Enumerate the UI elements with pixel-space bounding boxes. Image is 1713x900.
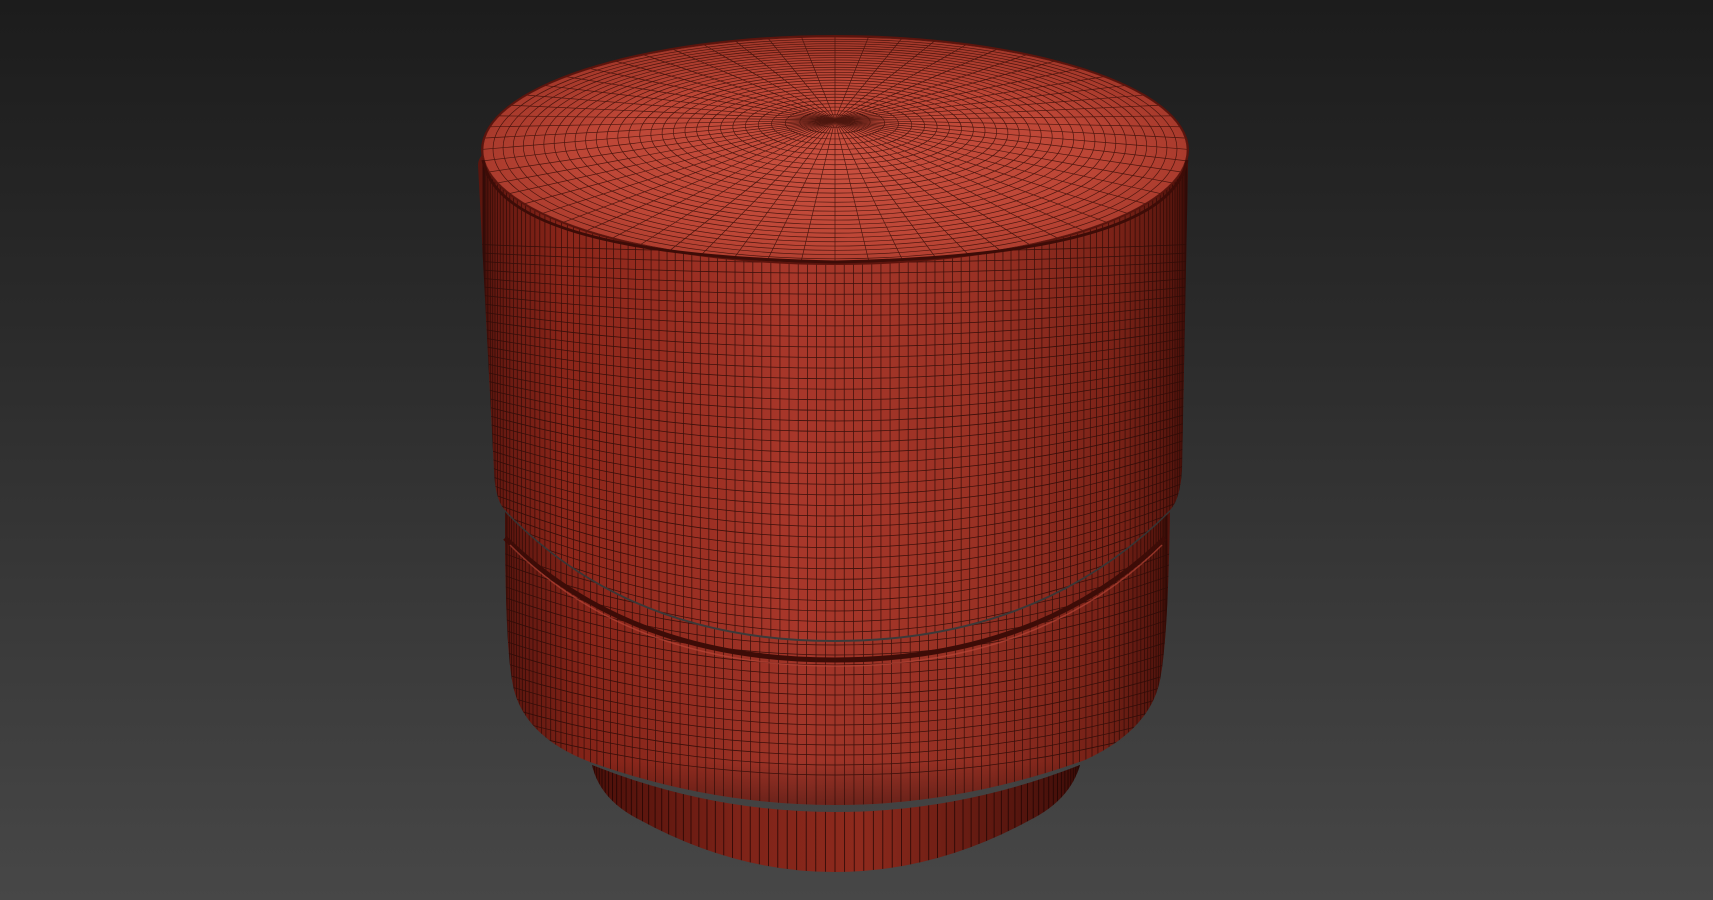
3d-viewport[interactable] xyxy=(0,0,1713,900)
model-render[interactable] xyxy=(0,0,1713,900)
top-cap xyxy=(481,35,1189,265)
